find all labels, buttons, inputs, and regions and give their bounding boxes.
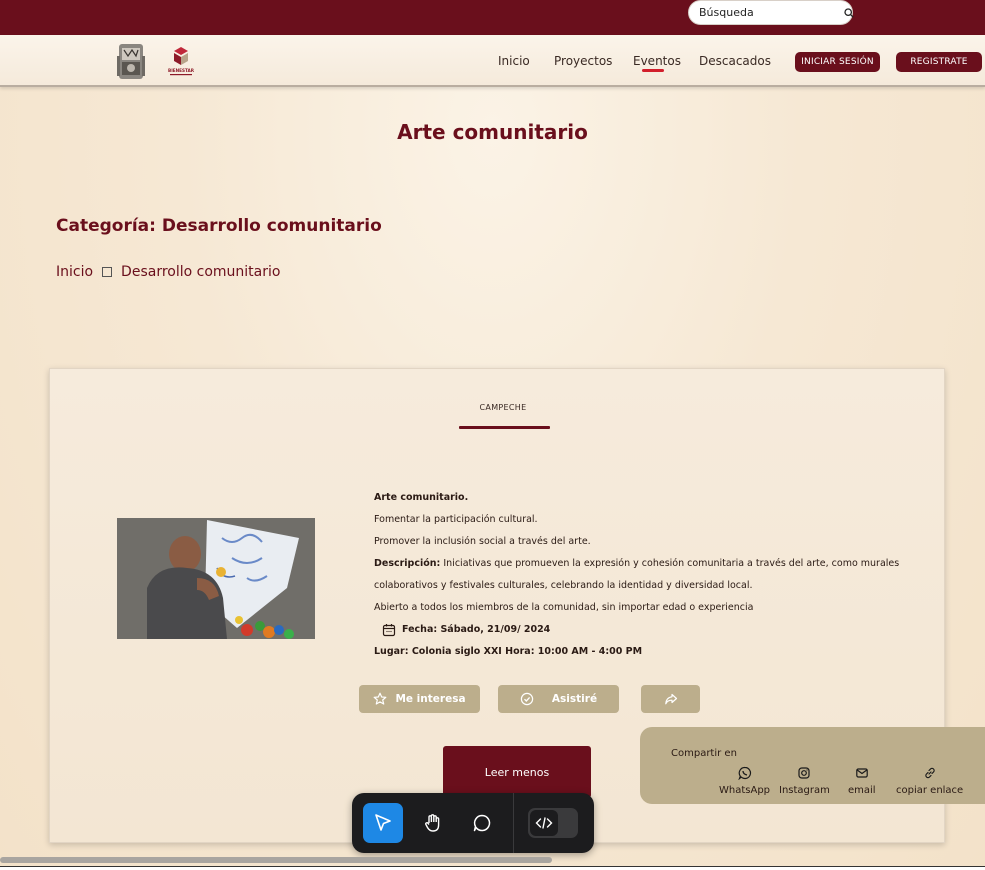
- share-button[interactable]: [641, 685, 700, 713]
- state-underline: [459, 426, 550, 429]
- pointer-tool[interactable]: [363, 803, 403, 843]
- code-toggle-knob: [530, 810, 558, 836]
- register-button[interactable]: REGISTRATE: [896, 52, 982, 72]
- event-goal-2: Promover la inclusión social a través de…: [374, 536, 591, 547]
- event-goal-1: Fomentar la participación cultural.: [374, 514, 538, 525]
- code-icon: [535, 817, 553, 829]
- state-seal-logo[interactable]: [116, 42, 146, 82]
- check-circle-icon: [520, 692, 534, 706]
- hand-tool[interactable]: [413, 803, 453, 843]
- nav-link-proyectos[interactable]: Proyectos: [554, 54, 612, 68]
- share-email[interactable]: email: [848, 766, 876, 796]
- share-panel: Compartir en WhatsApp Instagram email co…: [640, 727, 985, 804]
- code-view-toggle[interactable]: [528, 808, 578, 838]
- window-bottom-edge: [0, 866, 985, 870]
- comment-tool[interactable]: [462, 803, 502, 843]
- bienestar-logo[interactable]: BIENESTAR: [164, 45, 198, 77]
- share-whatsapp-label: WhatsApp: [719, 785, 771, 796]
- event-place: Lugar: Colonia siglo XXI Hora: 10:00 AM …: [374, 646, 643, 657]
- event-details: Arte comunitario. Fomentar la participac…: [374, 487, 900, 663]
- comment-icon: [473, 814, 491, 832]
- search-icon[interactable]: [844, 6, 854, 20]
- active-nav-indicator: [642, 69, 664, 72]
- main-navbar: BIENESTAR Inicio Proyectos Eventos Desca…: [0, 35, 985, 87]
- star-icon: [374, 692, 387, 705]
- breadcrumb-home[interactable]: Inicio: [56, 264, 93, 280]
- breadcrumb: Inicio Desarrollo comunitario: [56, 264, 280, 280]
- interest-button[interactable]: Me interesa: [359, 685, 480, 713]
- horizontal-scrollbar[interactable]: [0, 857, 552, 863]
- link-icon: [924, 767, 935, 779]
- event-description: Descripción: Iniciativas que promueven l…: [374, 558, 900, 569]
- attend-label: Asistiré: [551, 693, 598, 705]
- share-label: Compartir en: [671, 748, 737, 759]
- nav-link-descacados[interactable]: Descacados: [699, 54, 771, 68]
- search-input[interactable]: [699, 6, 844, 19]
- toolbar-divider: [513, 793, 514, 853]
- floating-toolbar: [352, 793, 594, 853]
- attend-button[interactable]: Asistiré: [498, 685, 619, 713]
- event-date: Fecha: Sábado, 21/09/ 2024: [402, 624, 551, 635]
- nav-link-eventos[interactable]: Eventos: [633, 54, 681, 68]
- nav-link-inicio[interactable]: Inicio: [498, 54, 530, 68]
- breadcrumb-current[interactable]: Desarrollo comunitario: [121, 264, 280, 280]
- page-title: Arte comunitario: [397, 120, 588, 144]
- event-audience: Abierto a todos los miembros de la comun…: [374, 602, 754, 613]
- interest-label: Me interesa: [395, 693, 466, 705]
- search-box[interactable]: [688, 0, 854, 25]
- event-name: Arte comunitario.: [374, 492, 469, 503]
- state-label: CAMPECHE: [479, 403, 527, 412]
- whatsapp-icon: [737, 766, 751, 780]
- event-description-cont: colaborativos y festivales culturales, c…: [374, 580, 753, 591]
- share-copy-link-label: copiar enlace: [896, 785, 964, 796]
- calendar-icon: [382, 623, 396, 637]
- hand-icon: [425, 814, 440, 832]
- top-bar: [0, 0, 985, 35]
- read-less-button[interactable]: Leer menos: [443, 746, 591, 798]
- share-arrow-icon: [664, 693, 677, 705]
- share-whatsapp[interactable]: WhatsApp: [719, 766, 770, 796]
- breadcrumb-separator-icon: [102, 267, 113, 277]
- instagram-icon: [798, 767, 811, 779]
- share-instagram[interactable]: Instagram: [779, 766, 830, 796]
- category-title: Categoría: Desarrollo comunitario: [56, 216, 382, 236]
- login-button[interactable]: INICIAR SESIÓN: [795, 52, 880, 72]
- share-copy-link[interactable]: copiar enlace: [896, 766, 963, 796]
- share-email-label: email: [848, 785, 876, 796]
- share-instagram-label: Instagram: [779, 785, 830, 796]
- event-date-row: Fecha: Sábado, 21/09/ 2024: [374, 619, 894, 641]
- pointer-icon: [375, 814, 391, 831]
- logo2-text: BIENESTAR: [168, 68, 195, 73]
- event-photo: [117, 518, 315, 639]
- email-icon: [855, 768, 868, 778]
